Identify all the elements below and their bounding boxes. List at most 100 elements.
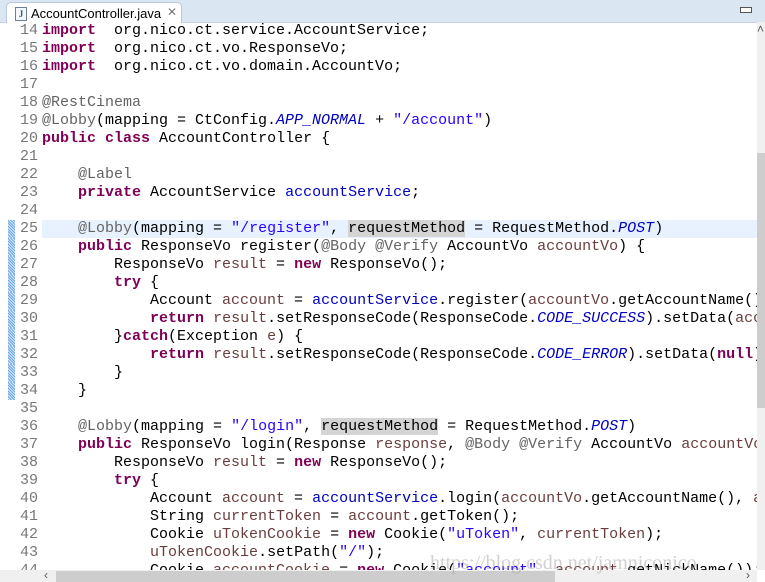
code-token: accountCookie xyxy=(213,562,330,570)
code-text: @RestCinema xyxy=(42,94,757,112)
code-text: Cookie uTokenCookie = new Cookie("uToken… xyxy=(42,526,757,544)
code-line[interactable]: 18 @RestCinema xyxy=(0,94,757,112)
line-number: 16 xyxy=(19,58,38,75)
code-line[interactable]: 43 uTokenCookie.setPath("/"); xyxy=(0,544,757,562)
close-icon[interactable]: ✕ xyxy=(167,5,177,19)
code-line[interactable]: 25 @Lobby(mapping = "/register", request… xyxy=(0,220,757,238)
code-text: } xyxy=(42,364,757,382)
code-line[interactable]: 19 @Lobby(mapping = CtConfig.APP_NORMAL +… xyxy=(0,112,757,130)
code-line[interactable]: 29 Account account = accountService.regi… xyxy=(0,292,757,310)
minimize-button[interactable] xyxy=(740,7,752,13)
code-token: try xyxy=(114,274,142,291)
code-token: response xyxy=(375,436,448,453)
line-number: 28 xyxy=(19,274,38,291)
code-line[interactable]: 34 } xyxy=(0,382,757,400)
scroll-up-icon[interactable]: ˄ xyxy=(757,22,764,36)
scroll-left-icon[interactable]: ‹ xyxy=(44,568,48,582)
code-token: requestMethod xyxy=(348,220,466,237)
code-line[interactable]: 44 Cookie accountCookie = new Cookie("ac… xyxy=(0,562,757,570)
code-line[interactable]: 37 public ResponseVo login(Response resp… xyxy=(0,436,757,454)
code-text: ResponseVo result = new ResponseVo(); xyxy=(42,454,757,472)
tab-account-controller[interactable]: J AccountController.java ✕ xyxy=(6,2,182,23)
code-line[interactable]: 24 xyxy=(0,202,757,220)
code-token: public xyxy=(78,436,133,453)
code-token: acc xyxy=(735,310,757,327)
code-token: ; xyxy=(411,184,421,201)
code-token: "account" xyxy=(456,562,537,570)
code-token: ResponseVo xyxy=(42,454,214,471)
scroll-right-icon[interactable]: › xyxy=(746,568,750,582)
vertical-scrollbar[interactable]: ˄ xyxy=(757,22,765,570)
code-token: new xyxy=(294,256,322,273)
line-number: 39 xyxy=(19,472,38,489)
code-line[interactable]: 33 } xyxy=(0,364,757,382)
code-token: ResponseVo login(Response xyxy=(132,436,376,453)
code-token: account xyxy=(555,562,618,570)
code-text: public ResponseVo register(@Body @Verify… xyxy=(42,238,757,256)
code-token: class xyxy=(105,130,151,147)
code-line[interactable]: 32 return result.setResponseCode(Respons… xyxy=(0,346,757,364)
code-token: = xyxy=(285,292,313,309)
vertical-scroll-thumb[interactable] xyxy=(757,153,765,408)
code-token: .getToken(); xyxy=(411,508,520,525)
code-token: account xyxy=(222,490,286,507)
code-token: new xyxy=(294,454,322,471)
code-line[interactable]: 17 xyxy=(0,76,757,94)
code-line[interactable]: 42 Cookie uTokenCookie = new Cookie("uTo… xyxy=(0,526,757,544)
code-line[interactable]: 35 xyxy=(0,400,757,418)
code-token: , xyxy=(447,436,466,453)
code-line[interactable]: 23 private AccountService accountService… xyxy=(0,184,757,202)
code-token: uTokenCookie xyxy=(213,526,322,543)
code-text: @Lobby(mapping = "/login", requestMethod… xyxy=(42,418,757,436)
code-token: POST xyxy=(618,220,655,237)
horizontal-scrollbar[interactable]: ‹ › xyxy=(0,568,757,582)
code-line[interactable]: 22 @Label xyxy=(0,166,757,184)
code-line[interactable]: 39 try { xyxy=(0,472,757,490)
code-token: public xyxy=(42,130,97,147)
code-line[interactable]: 20 public class AccountController { xyxy=(0,130,757,148)
code-line[interactable]: 16 import org.nico.ct.vo.domain.AccountVo… xyxy=(0,58,757,76)
code-token: "uToken" xyxy=(447,526,520,543)
code-line[interactable]: 30 return result.setResponseCode(Respons… xyxy=(0,310,757,328)
code-line[interactable]: 36 @Lobby(mapping = "/login", requestMet… xyxy=(0,418,757,436)
code-line[interactable]: 41 String currentToken = account.getToke… xyxy=(0,508,757,526)
code-editor[interactable]: 14 import org.nico.ct.service.AccountServ… xyxy=(0,22,757,570)
line-number: 17 xyxy=(19,76,38,93)
code-line[interactable]: 40 Account account = accountService.logi… xyxy=(0,490,757,508)
code-token: "/account" xyxy=(393,112,484,129)
line-number: 19 xyxy=(19,112,38,129)
code-line[interactable]: 15 import org.nico.ct.vo.ResponseVo; xyxy=(0,40,757,58)
code-line[interactable]: 28 try { xyxy=(0,274,757,292)
code-token: org.nico.ct.vo.ResponseVo; xyxy=(96,40,349,57)
line-number: 20 xyxy=(19,130,38,147)
code-token: Cookie xyxy=(42,562,213,570)
code-line[interactable]: 21 xyxy=(0,148,757,166)
code-line[interactable]: 27 ResponseVo result = new ResponseVo(); xyxy=(0,256,757,274)
horizontal-scroll-thumb[interactable] xyxy=(56,571,555,582)
line-number: 30 xyxy=(19,310,38,327)
code-token: } xyxy=(42,364,124,381)
code-token: return xyxy=(150,310,205,327)
line-number: 44 xyxy=(0,562,38,570)
code-token: @Body xyxy=(465,436,511,453)
code-token: .setResponseCode(ResponseCode. xyxy=(267,346,538,363)
line-number: 22 xyxy=(19,166,38,183)
code-token: "/login" xyxy=(231,418,304,435)
code-line[interactable]: 14 import org.nico.ct.service.AccountServ… xyxy=(0,22,757,40)
code-token: import xyxy=(42,40,97,57)
code-line[interactable]: 31 }catch(Exception e) { xyxy=(0,328,757,346)
code-line[interactable]: 38 ResponseVo result = new ResponseVo(); xyxy=(0,454,757,472)
code-token: @Body xyxy=(321,238,367,255)
code-token: try xyxy=(114,472,142,489)
code-line[interactable]: 26 public ResponseVo register(@Body @Ver… xyxy=(0,238,757,256)
code-text: try { xyxy=(42,472,757,490)
code-token: public xyxy=(78,238,133,255)
